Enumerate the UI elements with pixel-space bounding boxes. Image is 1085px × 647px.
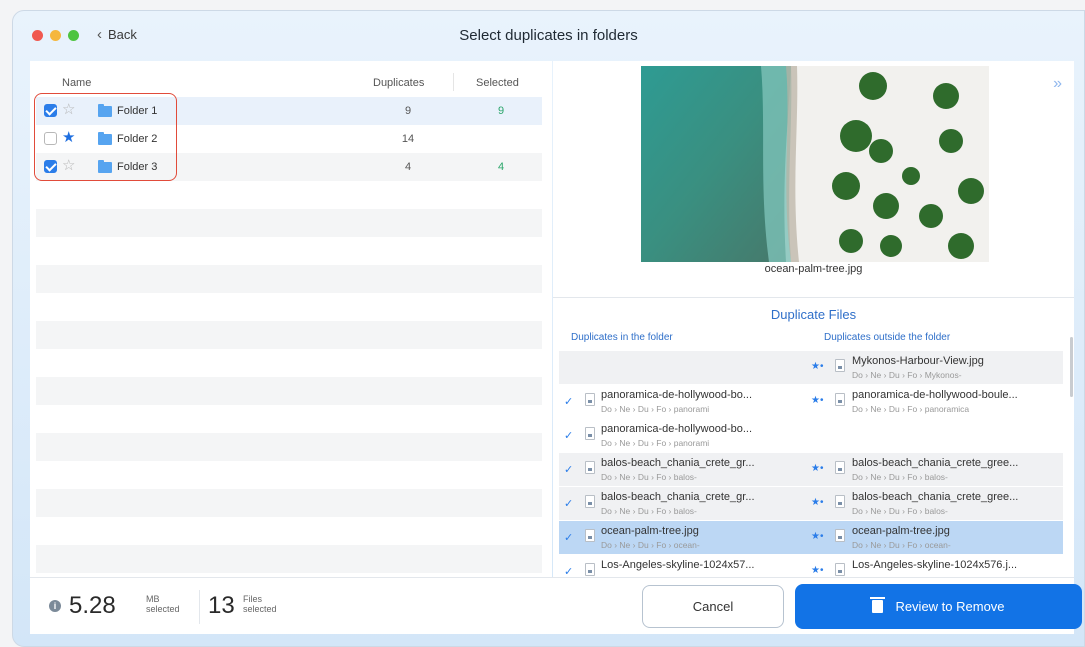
check-icon: ✓ [564,464,574,476]
duplicates-count: 9 [404,105,412,117]
file-name: Los-Angeles-skyline-1024x576.j... [852,559,1018,571]
empty-row [36,321,542,349]
duplicate-row[interactable]: ✓ balos-beach_chania_crete_gr... Do › Ne ›… [559,487,1063,520]
review-to-remove-label: Review to Remove [895,599,1005,614]
selected-size-value: 5.28 [69,592,116,619]
file-name: Mykonos-Harbour-View.jpg [852,355,984,367]
star-icon: ★• [811,463,824,474]
divider [199,590,200,624]
file-path: Do › Ne › Du › Fo › ocean- [601,540,700,550]
file-name: balos-beach_chania_crete_gr... [601,457,755,469]
file-name: balos-beach_chania_crete_gree... [852,491,1019,503]
file-name: ocean-palm-tree.jpg [601,525,699,537]
file-icon [835,563,845,576]
file-path: Do › Ne › Du › Fo › panorami [601,404,710,414]
size-unit-label: MB [146,594,160,604]
file-icon [585,461,595,474]
bottom-bar: i 5.28 MB selected 13 Files selected Can… [30,577,1082,634]
trash-icon [870,597,886,613]
file-path: Do › Ne › Du › Fo › balos- [601,472,697,482]
file-name: panoramica-de-hollywood-bo... [601,423,753,435]
star-icon: ★• [811,565,824,576]
star-icon: ★• [811,497,824,508]
duplicate-row[interactable]: ✓ panoramica-de-hollywood-bo... Do › Ne › … [559,419,1063,452]
title-bar: ‹ Back Select duplicates in folders [13,11,1084,61]
file-icon [585,393,595,406]
file-path: Do › Ne › Du › Fo › ocean- [852,540,951,550]
empty-row [36,489,542,517]
file-icon [585,563,595,576]
empty-row [36,209,542,237]
selected-size-unit: MB selected [146,594,180,614]
file-path: Do › Ne › Du › Fo › panoramica [852,404,970,414]
files-unit-label: Files [243,594,263,604]
empty-row [36,377,542,405]
empty-row [36,433,542,461]
column-divider [453,73,454,91]
star-icon: ★• [811,395,824,406]
preview-file-name: ocean-palm-tree.jpg [764,263,863,275]
expand-panel-icon[interactable]: » [1053,75,1062,93]
duplicates-count: 4 [404,161,412,173]
selected-count: 9 [497,105,505,117]
duplicate-row[interactable]: ✓ balos-beach_chania_crete_gr... Do › Ne ›… [559,453,1063,486]
app-window: ‹ Back Select duplicates in folders Name… [12,10,1085,647]
file-icon [835,461,845,474]
file-icon [835,393,845,406]
duplicate-row[interactable]: ✓ panoramica-de-hollywood-bo... Do › Ne › … [559,385,1063,418]
selected-files-value: 13 [208,592,235,619]
cancel-button[interactable]: Cancel [642,585,784,628]
duplicate-row[interactable]: ★• Mykonos-Harbour-View.jpg Do › Ne › Du ›… [559,351,1063,384]
file-name: panoramica-de-hollywood-bo... [601,389,753,401]
empty-row [36,545,542,573]
file-icon [835,495,845,508]
column-header-outside-folder: Duplicates outside the folder [824,332,951,343]
star-icon: ★• [811,531,824,542]
star-icon: ★• [811,361,824,372]
column-header-selected[interactable]: Selected [476,77,519,89]
image-preview [641,66,989,262]
column-header-duplicates[interactable]: Duplicates [373,77,424,89]
check-icon: ✓ [564,430,574,442]
window-title: Select duplicates in folders [459,27,638,44]
selected-files-unit: Files selected [243,594,277,614]
scrollbar[interactable] [1070,337,1073,397]
file-name: balos-beach_chania_crete_gree... [852,457,1019,469]
file-name: balos-beach_chania_crete_gr... [601,491,755,503]
folder-selection-highlight [34,93,177,181]
file-path: Do › Ne › Du › Fo › panorami [601,438,710,448]
size-caption: selected [146,604,180,614]
file-name: Los-Angeles-skyline-1024x57... [601,559,755,571]
info-icon[interactable]: i [49,600,61,612]
selected-count: 4 [497,161,505,173]
empty-row [36,265,542,293]
file-path: Do › Ne › Du › Fo › balos- [852,506,948,516]
file-icon [835,359,845,372]
check-icon: ✓ [564,396,574,408]
file-icon [585,529,595,542]
file-icon [585,427,595,440]
duplicates-count: 14 [401,133,415,145]
duplicate-row[interactable]: ✓ ocean-palm-tree.jpg Do › Ne › Du › Fo › … [559,521,1063,554]
file-icon [585,495,595,508]
preview-panel: » ocean-palm-tree.jpg Duplicate Files Du… [553,61,1074,578]
divider [553,297,1074,298]
file-name: panoramica-de-hollywood-boule... [852,389,1018,401]
check-icon: ✓ [564,498,574,510]
column-header-in-folder: Duplicates in the folder [571,332,673,343]
column-header-name[interactable]: Name [62,77,91,89]
review-to-remove-button[interactable]: Review to Remove [795,584,1082,629]
files-caption: selected [243,604,277,614]
file-path: Do › Ne › Du › Fo › Mykonos- [852,370,962,380]
file-name: ocean-palm-tree.jpg [852,525,950,537]
file-icon [835,529,845,542]
file-path: Do › Ne › Du › Fo › balos- [852,472,948,482]
file-path: Do › Ne › Du › Fo › balos- [601,506,697,516]
check-icon: ✓ [564,532,574,544]
duplicate-files-title: Duplicate Files [770,307,857,322]
